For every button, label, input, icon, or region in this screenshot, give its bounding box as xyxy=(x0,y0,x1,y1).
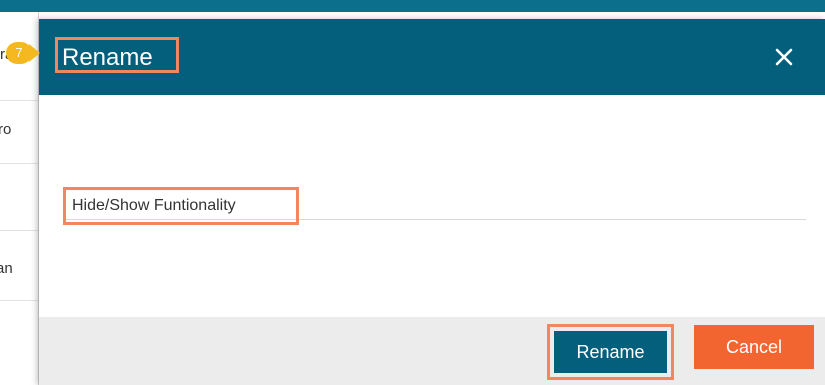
background-row-divider xyxy=(0,230,40,231)
dialog-footer: Rename Cancel xyxy=(39,317,825,385)
background-row-divider xyxy=(0,100,40,101)
cancel-button[interactable]: Cancel xyxy=(694,325,814,369)
background-row-text: an xyxy=(0,260,13,277)
rename-button[interactable]: Rename xyxy=(554,331,667,373)
background-row-divider xyxy=(0,163,40,164)
dialog-header: Rename xyxy=(39,19,825,95)
rename-dialog: Rename Rename Cancel xyxy=(39,19,825,385)
name-field-highlight xyxy=(63,187,299,225)
background-row-divider xyxy=(0,300,40,301)
step-number: 7 xyxy=(6,42,32,64)
dialog-body xyxy=(39,95,825,317)
name-input[interactable] xyxy=(72,194,292,218)
dialog-title: Rename xyxy=(55,37,179,73)
background-header-bar xyxy=(0,0,825,12)
background-row-text: ro xyxy=(0,121,12,138)
step-marker: 7 xyxy=(6,42,48,64)
close-icon[interactable] xyxy=(773,46,795,68)
rename-button-highlight: Rename xyxy=(547,324,674,380)
